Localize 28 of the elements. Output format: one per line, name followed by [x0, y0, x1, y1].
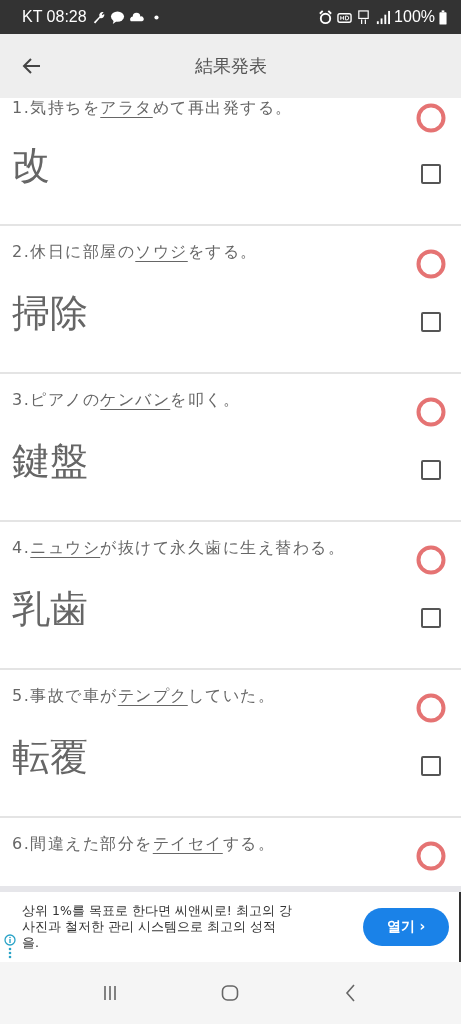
- question-text: 2.休日に部屋のソウジ をする。: [12, 241, 258, 263]
- checkbox[interactable]: [421, 164, 441, 184]
- question-text: 6.間違えた部分を テイセイする。: [12, 833, 276, 855]
- checkbox[interactable]: [421, 312, 441, 332]
- battery-icon: [439, 9, 447, 25]
- answer-text: 掃除: [12, 289, 88, 337]
- question-text: 3.ピアノのケンバン を叩く。: [12, 389, 241, 411]
- notification-dot-icon: [153, 14, 159, 20]
- chat-bubble-icon: [109, 9, 125, 25]
- answer-text: 改: [12, 141, 50, 189]
- signal-icon: [375, 9, 391, 25]
- checkbox[interactable]: [421, 460, 441, 480]
- answer-text: 鍵盤: [12, 437, 88, 485]
- question-text: 4.ニュウシが抜けて永久歯に生え替わる。: [12, 537, 346, 559]
- ad-text: 상위 1%를 목표로 한다면 씨앤씨로! 최고의 강사진과 철저한 관리 시스템으로 최고의 성적을.: [22, 902, 292, 952]
- battery-percent: 100%: [394, 8, 435, 26]
- checkbox[interactable]: [421, 756, 441, 776]
- alarm-icon: [318, 9, 334, 25]
- question-text: 1.気持ちをアラタめて再出発する。: [12, 98, 293, 119]
- answer-text: 乳歯: [12, 585, 88, 633]
- question-text: 5.事故で車がテンプク していた。: [12, 685, 276, 707]
- info-icon[interactable]: [4, 934, 16, 960]
- status-time: KT 08:28: [22, 8, 87, 26]
- screen-title: 結果発表: [193, 54, 268, 78]
- open-button[interactable]: 열기 ›: [363, 908, 449, 946]
- checkbox[interactable]: [421, 608, 441, 628]
- home-icon[interactable]: [220, 983, 241, 1003]
- answer-text: 転覆: [12, 733, 88, 781]
